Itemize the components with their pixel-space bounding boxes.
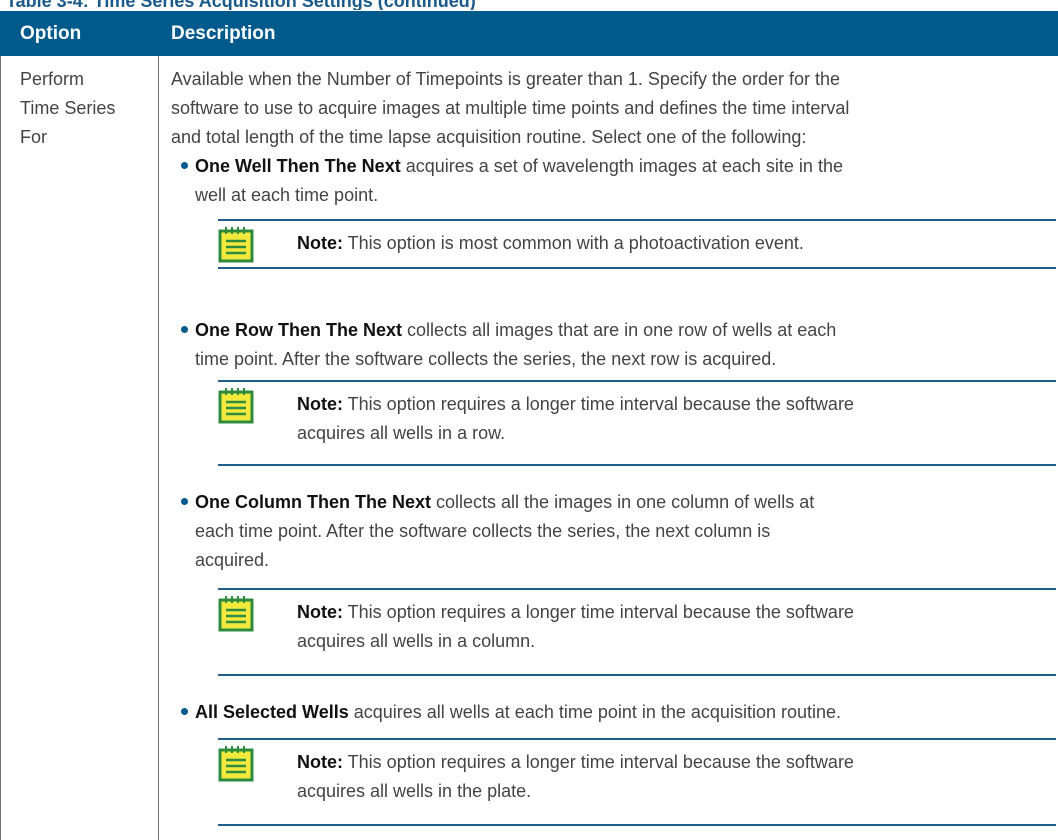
list-item: One Well Then The Next acquires a set of… (181, 152, 843, 210)
bullet-icon (181, 326, 188, 333)
bullet-icon (181, 708, 188, 715)
list-item: One Column Then The Next collects all th… (181, 488, 815, 575)
item-text: well at each time point. (195, 185, 379, 205)
intro-line: and total length of the time lapse acqui… (171, 127, 807, 147)
column-divider (158, 56, 159, 840)
note-label: Note: (297, 394, 343, 414)
note-text: Note: This option requires a longer time… (297, 602, 854, 651)
item-text: acquires a set of wavelength images at e… (400, 156, 843, 176)
item-term: One Column Then The Next (195, 492, 432, 512)
item-text: acquires all wells at each time point in… (348, 702, 842, 722)
note-box: Note: This option is most common with a … (218, 219, 1056, 269)
description-intro: Available when the Number of Timepoints … (171, 65, 1051, 152)
option-line: For (20, 127, 47, 147)
item-text: time point. After the software collects … (195, 349, 777, 369)
table-caption: Table 3-4: Time Series Acquisition Setti… (6, 0, 476, 10)
table-border-left (0, 56, 1, 840)
option-line: Time Series (20, 98, 116, 118)
note-box: Note: This option requires a longer time… (218, 380, 1056, 466)
item-text: each time point. After the software coll… (195, 521, 771, 541)
note-text: Note: This option is most common with a … (297, 233, 804, 253)
item-term: One Row Then The Next (195, 320, 403, 340)
note-text: Note: This option requires a longer time… (297, 394, 854, 443)
header-option: Option (20, 23, 82, 44)
note-box: Note: This option requires a longer time… (218, 738, 1056, 826)
item-text: collects all the images in one column of… (431, 492, 815, 512)
note-label: Note: (297, 602, 343, 622)
note-text: Note: This option requires a longer time… (297, 752, 854, 801)
bullet-icon (181, 162, 188, 169)
note-icon (218, 746, 254, 782)
note-icon (218, 596, 254, 632)
note-icon (218, 388, 254, 424)
note-label: Note: (297, 233, 343, 253)
option-line: Perform (20, 69, 85, 89)
item-term: One Well Then The Next (195, 156, 401, 176)
list-item: One Row Then The Next collects all image… (181, 316, 837, 374)
option-cell: Perform Time Series For (20, 65, 150, 152)
table-header: Option Description (0, 11, 1058, 56)
item-term: All Selected Wells (195, 702, 349, 722)
note-label: Note: (297, 752, 343, 772)
note-box: Note: This option requires a longer time… (218, 588, 1056, 676)
item-text: collects all images that are in one row … (402, 320, 837, 340)
header-description: Description (171, 23, 276, 44)
item-text: acquired. (195, 550, 270, 570)
list-item: All Selected Wells acquires all wells at… (181, 698, 842, 727)
intro-line: software to use to acquire images at mul… (171, 98, 850, 118)
bullet-icon (181, 498, 188, 505)
intro-line: Available when the Number of Timepoints … (171, 69, 841, 89)
note-icon (218, 227, 254, 263)
